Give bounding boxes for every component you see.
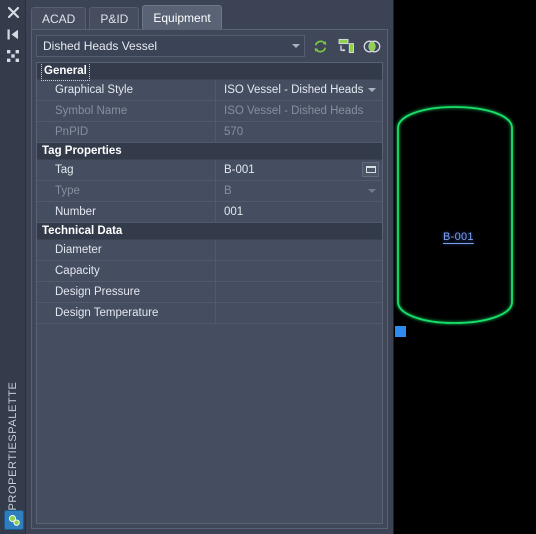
palette-panel: Dished Heads Vessel General Graphical St…: [31, 29, 388, 529]
category-label: Technical Data: [42, 225, 123, 237]
properties-palette: PROPERTIESPALETTE ACAD P&ID Equipment Di…: [0, 0, 394, 534]
property-label: Type: [37, 181, 216, 201]
property-value[interactable]: [216, 240, 382, 260]
property-label: Symbol Name: [37, 101, 216, 121]
property-value-text: 570: [224, 126, 244, 138]
close-icon[interactable]: [3, 2, 23, 22]
palette-menu-icon[interactable]: [3, 46, 23, 66]
category-label: General: [41, 63, 90, 81]
table-row: Symbol Name ISO Vessel - Dished Heads: [37, 101, 382, 122]
property-label: Graphical Style: [37, 80, 216, 100]
table-row[interactable]: Capacity: [37, 261, 382, 282]
property-value-text: 001: [224, 206, 244, 218]
category-header-technical-data[interactable]: Technical Data: [37, 223, 382, 240]
table-row[interactable]: Design Pressure: [37, 282, 382, 303]
property-value-text: B-001: [224, 164, 255, 176]
property-value[interactable]: [216, 282, 382, 302]
property-value[interactable]: 001: [216, 202, 382, 222]
tab-pid[interactable]: P&ID: [89, 7, 140, 29]
chevron-down-icon: [368, 189, 376, 193]
vessel-tag-label[interactable]: B-001: [443, 231, 474, 243]
table-row: Type B: [37, 181, 382, 202]
property-value[interactable]: [216, 261, 382, 281]
property-value: ISO Vessel - Dished Heads: [216, 101, 382, 121]
palette-title-vertical: PROPERTIESPALETTE: [7, 381, 19, 511]
category-label: Tag Properties: [42, 145, 122, 157]
properties-palette-icon[interactable]: [4, 510, 24, 530]
property-value[interactable]: ISO Vessel - Dished Heads: [216, 80, 382, 100]
window-icon: [365, 166, 376, 173]
property-value[interactable]: B-001: [216, 160, 382, 180]
property-value[interactable]: [216, 303, 382, 323]
category-header-tag-properties[interactable]: Tag Properties: [37, 143, 382, 160]
palette-body: ACAD P&ID Equipment Dished Heads Vessel: [27, 0, 392, 534]
object-type-value: Dished Heads Vessel: [43, 39, 158, 53]
property-value: B: [216, 181, 382, 201]
table-row[interactable]: Tag B-001: [37, 160, 382, 181]
tag-dialog-button[interactable]: [362, 162, 379, 177]
tab-acad[interactable]: ACAD: [31, 7, 87, 29]
category-header-general[interactable]: General: [37, 63, 382, 81]
property-label: Design Pressure: [37, 282, 216, 302]
selection-grip[interactable]: [395, 326, 406, 337]
property-label: PnPID: [37, 122, 216, 142]
property-label: Diameter: [37, 240, 216, 260]
property-grid[interactable]: General Graphical Style ISO Vessel - Dis…: [36, 62, 383, 524]
property-label: Number: [37, 202, 216, 222]
property-value-text: ISO Vessel - Dished Heads: [224, 84, 364, 96]
object-type-combobox[interactable]: Dished Heads Vessel: [36, 35, 305, 57]
property-label: Design Temperature: [37, 303, 216, 323]
grid-empty-area: [37, 324, 382, 523]
palette-tabstrip: ACAD P&ID Equipment: [27, 5, 392, 29]
property-value-text: ISO Vessel - Dished Heads: [224, 105, 364, 117]
refresh-icon[interactable]: [309, 35, 331, 57]
toggle-overlap-icon[interactable]: [361, 35, 383, 57]
application-window: B-001 PROPERTIESPALETTE ACAD P&ID Equipm…: [0, 0, 536, 534]
table-row[interactable]: Diameter: [37, 240, 382, 261]
table-row[interactable]: Graphical Style ISO Vessel - Dished Head…: [37, 80, 382, 101]
property-value: 570: [216, 122, 382, 142]
property-label: Tag: [37, 160, 216, 180]
auto-hide-icon[interactable]: [3, 24, 23, 44]
table-row[interactable]: Design Temperature: [37, 303, 382, 324]
tab-equipment[interactable]: Equipment: [142, 5, 222, 29]
chevron-down-icon: [292, 44, 300, 48]
palette-title-bar: PROPERTIESPALETTE: [0, 0, 26, 534]
property-value-text: B: [224, 185, 232, 197]
table-row[interactable]: Number 001: [37, 202, 382, 223]
chevron-down-icon[interactable]: [368, 88, 376, 92]
quick-properties-icon[interactable]: [335, 35, 357, 57]
object-type-row: Dished Heads Vessel: [36, 34, 383, 58]
dished-heads-vessel-graphic[interactable]: [392, 104, 522, 326]
table-row: PnPID 570: [37, 122, 382, 143]
property-label: Capacity: [37, 261, 216, 281]
